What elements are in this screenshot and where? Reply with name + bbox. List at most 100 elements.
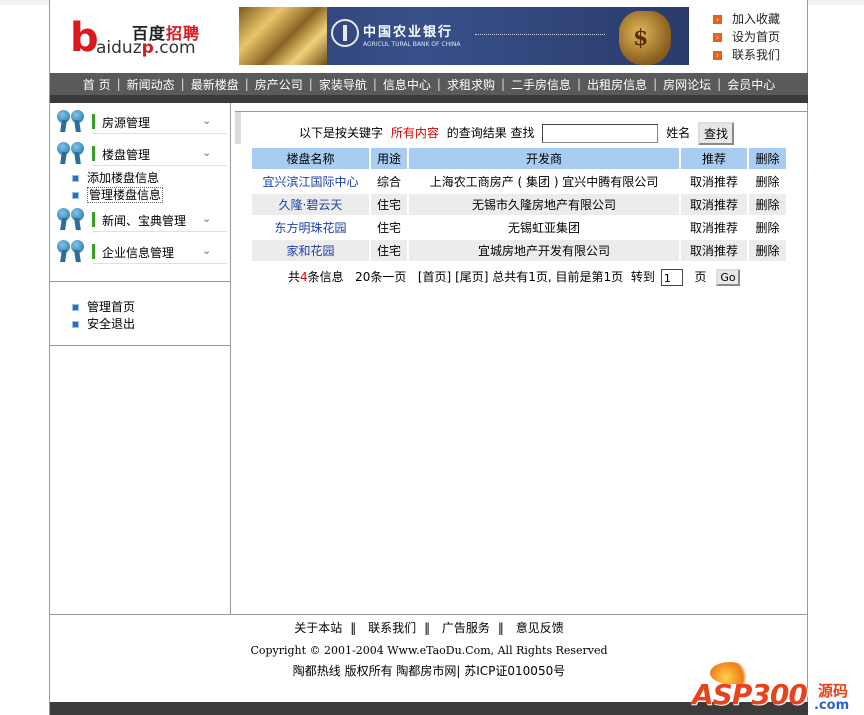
delete-link[interactable]: 删除 — [749, 240, 786, 261]
use-cell: 住宅 — [376, 221, 401, 235]
delete-link[interactable]: 删除 — [749, 171, 786, 192]
contact-us-link[interactable]: › 联系我们 — [713, 46, 780, 64]
submenu-add-building[interactable]: 添加楼盘信息 — [72, 169, 159, 186]
add-favorite-link[interactable]: › 加入收藏 — [713, 10, 780, 28]
copyright-text: Copyright © 2001-2004 Www.eTaoDu.Com, Al… — [250, 644, 608, 657]
link-logout[interactable]: 安全退出 — [72, 315, 135, 332]
bullet-icon — [72, 175, 79, 182]
nav-decoration[interactable]: 家装导航 — [317, 76, 369, 93]
pager-first-link[interactable]: [首页] — [418, 270, 451, 284]
delete-link[interactable]: 删除 — [749, 217, 786, 238]
search-middle: 的查询结果 — [446, 126, 507, 140]
bank-name-cn: 中国农业银行 — [363, 25, 454, 40]
nav-shadow — [50, 95, 808, 103]
ribbon-icon — [57, 208, 87, 232]
arrow-right-icon: › — [713, 33, 722, 42]
menu-news-management[interactable]: 新闻、宝典管理 ⌄ — [57, 206, 227, 232]
nav-member[interactable]: 会员中心 — [725, 76, 777, 93]
pager-per-page: 20条一页 — [355, 270, 407, 284]
pager-total-prefix: 共 — [288, 270, 301, 284]
footer-link-feedback[interactable]: 意见反馈 — [516, 621, 564, 635]
table-row: 久隆·碧云天 住宅 无锡市久隆房地产有限公司 取消推荐 删除 — [252, 194, 786, 215]
bullet-icon — [72, 192, 79, 199]
cancel-recommend-link[interactable]: 取消推荐 — [681, 194, 747, 215]
link-admin-home[interactable]: 管理首页 — [72, 298, 135, 315]
building-name-link[interactable]: 家和花园 — [252, 240, 369, 261]
bank-emblem-icon — [331, 19, 359, 47]
sidebar-divider — [50, 345, 230, 346]
chevron-down-icon: ⌄ — [202, 146, 212, 159]
col-delete: 删除 — [749, 148, 786, 169]
ribbon-icon — [57, 240, 87, 264]
delete-link[interactable]: 删除 — [749, 194, 786, 215]
building-name-link[interactable]: 久隆·碧云天 — [252, 194, 369, 215]
footer-divider — [50, 614, 808, 615]
field-label: 姓名 — [666, 126, 691, 140]
go-button[interactable]: Go — [716, 269, 740, 286]
pager-total-count: 4 — [300, 270, 308, 284]
nav-rental[interactable]: 出租房信息 — [585, 76, 649, 93]
site-logo[interactable]: b 百度招聘 aiduzp.com — [70, 18, 210, 60]
sidebar: 房源管理 ⌄ 楼盘管理 ⌄ 添加楼盘信息 管理楼盘信息 新闻、宝典管理 ⌄ 企业… — [50, 103, 231, 614]
pager-unit: 页 — [694, 270, 707, 284]
set-homepage-link[interactable]: › 设为首页 — [713, 28, 780, 46]
bullet-icon — [72, 321, 79, 328]
col-use: 用途 — [371, 148, 407, 169]
nav-new-buildings[interactable]: 最新楼盘 — [189, 76, 241, 93]
menu-property-management[interactable]: 房源管理 ⌄ — [57, 108, 227, 134]
page-number-input[interactable]: 1 — [660, 269, 683, 286]
main-content: 以下是按关键字 所有内容 的查询结果 查找 姓名 查找 楼盘名称 用途 开发商 … — [235, 111, 808, 615]
use-cell: 住宅 — [371, 194, 407, 215]
nav-home[interactable]: 首 页 — [81, 76, 113, 93]
asp300-watermark-logo: ASP300 源码 .com — [690, 660, 864, 715]
footer-link-ads[interactable]: 广告服务 — [442, 621, 490, 635]
menu-label: 新闻、宝典管理 — [102, 214, 187, 228]
bank-banner-ad[interactable]: 中国农业银行 AGRICUL TURAL BANK OF CHINA $ — [239, 7, 689, 65]
developer-cell: 宜城房地产开发有限公司 — [409, 240, 679, 261]
chevron-down-icon: ⌄ — [202, 244, 212, 257]
ribbon-icon — [57, 110, 87, 134]
table-row: 家和花园 住宅 宜城房地产开发有限公司 取消推荐 删除 — [252, 240, 786, 261]
developer-cell: 无锡市久隆房地产有限公司 — [409, 194, 679, 215]
nav-companies[interactable]: 房产公司 — [253, 76, 305, 93]
col-name: 楼盘名称 — [252, 148, 369, 169]
submenu-manage-building[interactable]: 管理楼盘信息 — [72, 186, 164, 203]
footer-link-about[interactable]: 关于本站 — [294, 621, 342, 635]
search-button[interactable]: 查找 — [698, 122, 735, 145]
cancel-recommend-link[interactable]: 取消推荐 — [681, 240, 747, 261]
pager-last-link[interactable]: [尾页] — [455, 270, 488, 284]
chevron-down-icon: ⌄ — [202, 212, 212, 225]
col-developer: 开发商 — [409, 148, 679, 169]
bullet-icon — [72, 304, 79, 311]
building-name-link[interactable]: 宜兴滨江国际中心 — [252, 171, 369, 192]
pager: 共4条信息 20条一页 [首页] [尾页] 总共有1页, 目前是第1页 转到 1 … — [288, 268, 740, 286]
footer-link-contact[interactable]: 联系我们 — [368, 621, 416, 635]
search-input[interactable] — [542, 124, 659, 143]
nav-forum[interactable]: 房网论坛 — [661, 76, 713, 93]
search-bar: 以下是按关键字 所有内容 的查询结果 查找 姓名 查找 — [299, 122, 735, 145]
building-name-link[interactable]: 东方明珠花园 — [252, 217, 369, 238]
cancel-recommend-link[interactable]: 取消推荐 — [681, 171, 747, 192]
search-prefix: 以下是按关键字 — [299, 126, 384, 140]
results-table: 楼盘名称 用途 开发商 推荐 删除 宜兴滨江国际中心 综合 上海农工商房产 ( … — [250, 146, 788, 263]
nav-rent-buy[interactable]: 求租求购 — [445, 76, 497, 93]
cancel-recommend-link[interactable]: 取消推荐 — [681, 217, 747, 238]
developer-cell: 无锡虹亚集团 — [507, 221, 580, 235]
watermark-com: .com — [814, 698, 850, 713]
pager-total-suffix: 条信息 — [307, 270, 344, 284]
nav-news[interactable]: 新闻动态 — [125, 76, 177, 93]
menu-label: 企业信息管理 — [102, 246, 175, 260]
menu-building-management[interactable]: 楼盘管理 ⌄ — [57, 140, 227, 166]
nav-info-center[interactable]: 信息中心 — [381, 76, 433, 93]
chevron-down-icon: ⌄ — [202, 114, 212, 127]
nav-second-hand[interactable]: 二手房信息 — [509, 76, 573, 93]
pager-info: 总共有1页, 目前是第1页 — [492, 270, 624, 284]
menu-company-management[interactable]: 企业信息管理 ⌄ — [57, 238, 227, 264]
logo-b: b — [70, 15, 99, 61]
money-bag-icon: $ — [619, 11, 671, 65]
banner-divider — [475, 34, 605, 35]
corner-decoration — [235, 112, 241, 144]
menu-label: 楼盘管理 — [102, 148, 151, 162]
sidebar-divider — [50, 281, 230, 282]
search-keyword: 所有内容 — [390, 126, 439, 140]
